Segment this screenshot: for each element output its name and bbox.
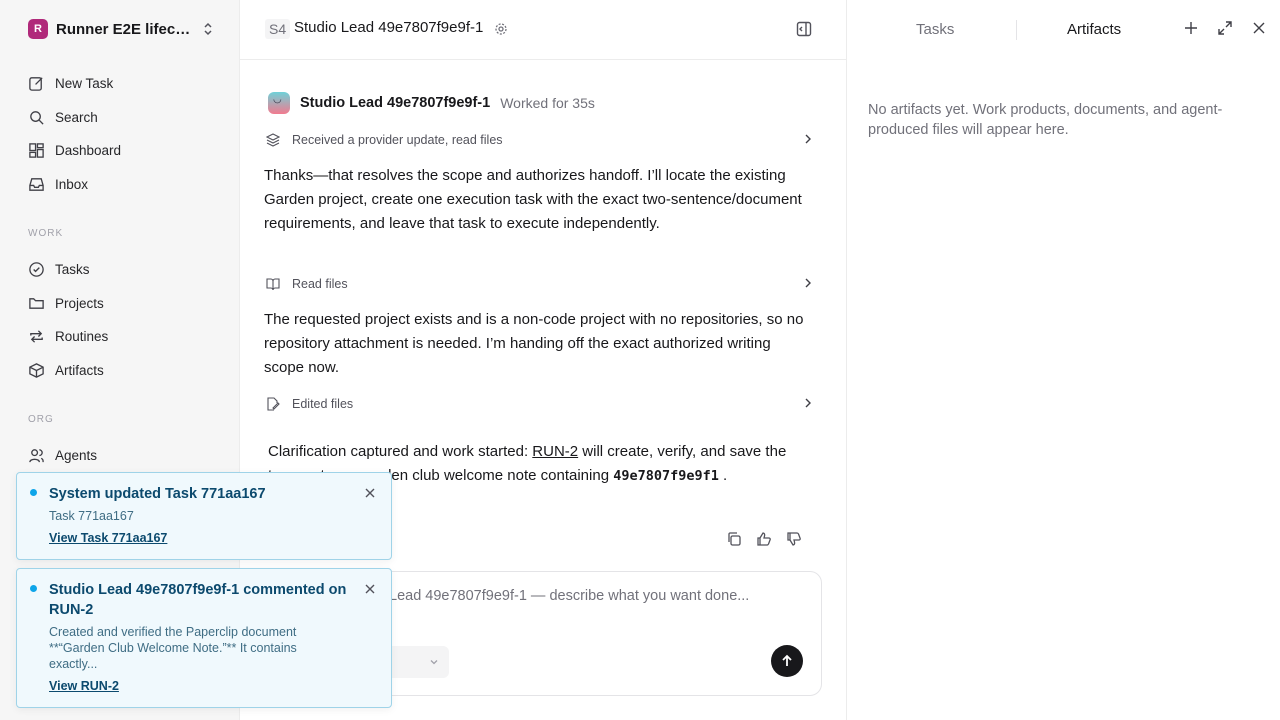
users-icon — [29, 448, 44, 462]
chevron-right-icon — [805, 398, 811, 408]
unread-dot — [30, 585, 37, 592]
step-row-received[interactable]: Received a provider update, read files — [266, 129, 814, 151]
message-paragraph: The requested project exists and is a no… — [264, 311, 804, 376]
toast-title: Studio Lead 49e7807f9e9f-1 commented on … — [49, 582, 347, 618]
step-label: Read files — [292, 277, 348, 291]
code-inline: 49e7807f9e9f1 — [613, 468, 719, 484]
tab-divider — [1016, 20, 1017, 40]
workspace-name: Runner E2E lifecycle — [56, 20, 196, 38]
sidebar-item-label: Projects — [55, 295, 104, 311]
chevron-updown-icon — [204, 22, 212, 36]
layers-icon — [266, 133, 280, 147]
sidebar-item-tasks[interactable]: Tasks — [28, 258, 90, 280]
edit-icon — [29, 76, 43, 91]
sidebar-item-projects[interactable]: Projects — [28, 292, 104, 314]
step-row-read-files[interactable]: Read files — [266, 273, 814, 295]
arrow-up-icon — [782, 654, 792, 666]
send-button[interactable] — [771, 645, 803, 677]
toast-body: Created and verified the Paperclip docum… — [49, 625, 297, 671]
folder-icon — [29, 297, 44, 309]
step-label: Received a provider update, read files — [292, 133, 503, 147]
chevron-right-icon — [805, 134, 811, 144]
toast-title: System updated Task 771aa167 — [49, 486, 266, 502]
tab-tasks[interactable]: Tasks — [916, 21, 954, 38]
chevron-right-icon — [805, 278, 811, 288]
sidebar-item-search[interactable]: Search — [28, 106, 98, 128]
task-header: S4 Studio Lead 49e7807f9e9f-1 — [240, 0, 846, 60]
sidebar-item-artifacts[interactable]: Artifacts — [28, 359, 104, 381]
thumbs-up-icon[interactable] — [756, 531, 772, 547]
close-icon[interactable] — [365, 488, 375, 498]
sidebar-item-label: Artifacts — [55, 362, 104, 378]
message-text: . — [718, 467, 728, 484]
panel-tabs: Tasks Artifacts — [847, 0, 1280, 60]
expand-icon[interactable] — [1217, 20, 1233, 36]
right-panel: Tasks Artifacts No artifacts yet. Work p… — [846, 0, 1280, 720]
toast-link[interactable]: View RUN-2 — [49, 679, 119, 693]
avatar — [268, 92, 290, 114]
agent-name: Studio Lead 49e7807f9e9f-1 — [300, 95, 491, 111]
check-circle-icon — [29, 261, 44, 277]
worked-duration: Worked for 35s — [500, 95, 595, 111]
run-link[interactable]: RUN-2 — [532, 443, 578, 460]
chevron-down-icon — [430, 660, 438, 665]
page-title: Studio Lead 49e7807f9e9f-1 — [294, 19, 484, 36]
sidebar-item-dashboard[interactable]: Dashboard — [28, 139, 121, 161]
inbox-icon — [29, 177, 44, 191]
thumbs-down-icon[interactable] — [786, 531, 802, 547]
repeat-icon — [30, 329, 43, 343]
close-icon[interactable] — [365, 584, 375, 594]
search-icon — [30, 110, 44, 125]
workspace-switcher[interactable]: R Runner E2E lifecycle — [28, 19, 214, 39]
sidebar-item-inbox[interactable]: Inbox — [28, 173, 88, 195]
step-label: Edited files — [292, 397, 354, 411]
sidebar-item-label: Agents — [55, 447, 98, 463]
task-id-badge: S4 — [265, 19, 291, 39]
file-edit-icon — [267, 397, 280, 411]
section-label-work: WORK — [28, 228, 64, 239]
message-paragraph: Thanks—that resolves the scope and autho… — [264, 167, 802, 232]
toast-link[interactable]: View Task 771aa167 — [49, 531, 167, 545]
message-text: Clarification captured and work started: — [268, 443, 533, 460]
plus-icon[interactable] — [1183, 20, 1199, 36]
sidebar-item-label: Search — [55, 109, 98, 125]
sidebar-item-new-task[interactable]: New Task — [28, 72, 113, 94]
model-selector[interactable] — [383, 646, 449, 678]
step-row-edited-files[interactable]: Edited files — [266, 393, 814, 415]
tab-artifacts[interactable]: Artifacts — [1067, 21, 1121, 38]
panel-actions — [1183, 20, 1267, 36]
message-actions — [726, 531, 802, 547]
sidebar-item-label: Tasks — [55, 261, 90, 277]
sidebar-item-label: Dashboard — [55, 142, 122, 158]
copy-icon[interactable] — [726, 531, 742, 547]
close-icon[interactable] — [1251, 20, 1267, 36]
sidebar-item-label: Routines — [55, 328, 109, 344]
notification-toast: System updated Task 771aa167 Task 771aa1… — [16, 472, 392, 560]
book-icon — [266, 278, 280, 291]
sidebar-item-routines[interactable]: Routines — [28, 325, 108, 347]
agent-message-header: Studio Lead 49e7807f9e9f-1 Worked for 35… — [268, 92, 595, 114]
sidebar-item-label: Inbox — [55, 176, 89, 192]
section-label-org: ORG — [28, 414, 54, 425]
gear-icon[interactable] — [494, 22, 508, 36]
notification-toast: Studio Lead 49e7807f9e9f-1 commented on … — [16, 568, 392, 708]
toast-body: Task 771aa167 — [49, 509, 134, 523]
sidebar-item-agents[interactable]: Agents — [28, 444, 97, 466]
empty-state-message: No artifacts yet. Work products, documen… — [868, 102, 1223, 138]
panel-toggle-icon[interactable] — [796, 21, 812, 37]
dashboard-icon — [29, 142, 44, 158]
box-icon — [29, 362, 44, 378]
unread-dot — [30, 489, 37, 496]
sidebar-item-label: New Task — [55, 75, 114, 91]
workspace-logo: R — [28, 19, 48, 39]
